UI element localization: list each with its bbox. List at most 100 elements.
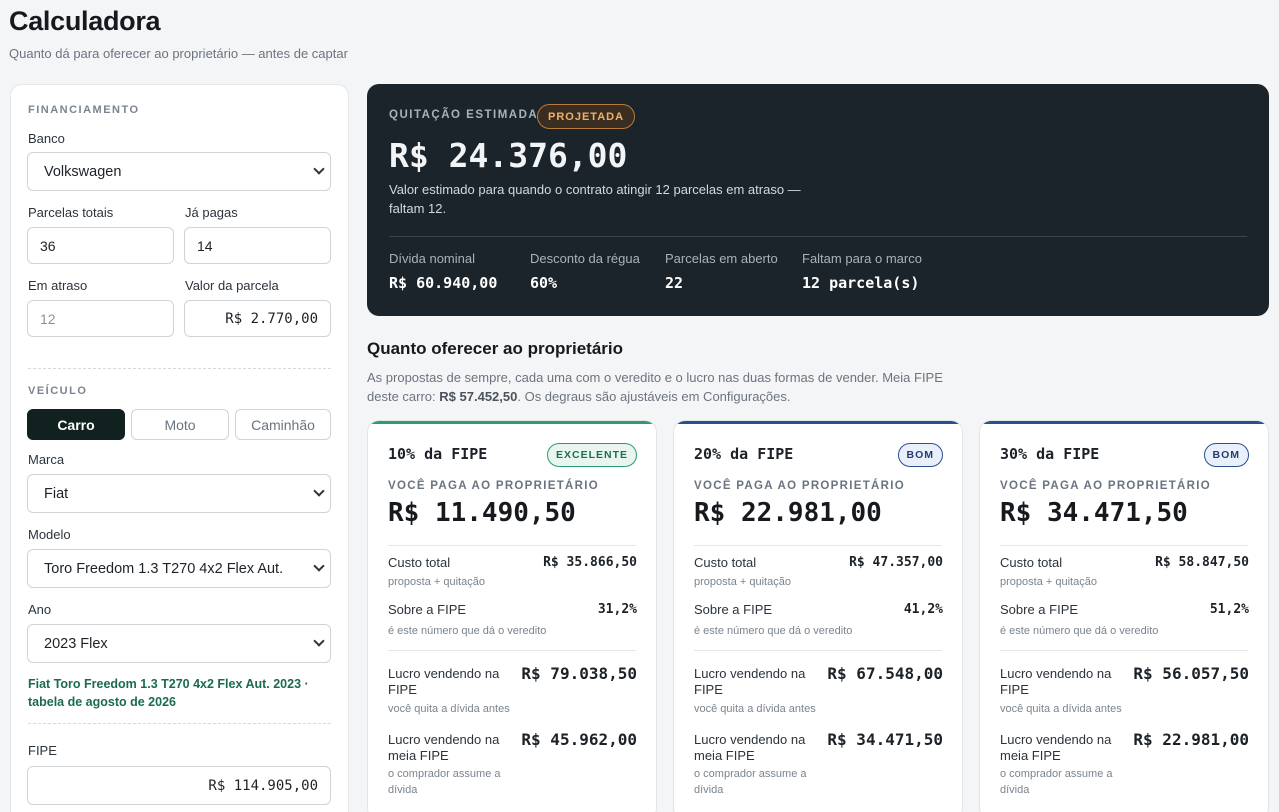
card-title: 10% da FIPE bbox=[388, 445, 488, 463]
banco-value: Volkswagen bbox=[44, 163, 122, 180]
stat-divida-nominal: Dívida nominal R$ 60.940,00 bbox=[389, 251, 497, 292]
divider bbox=[694, 545, 942, 546]
stat-label: Dívida nominal bbox=[389, 251, 475, 266]
custo-total-label: Custo total bbox=[694, 555, 757, 570]
marca-select[interactable]: Fiat bbox=[27, 474, 331, 513]
banco-label: Banco bbox=[28, 131, 65, 146]
stat-value: R$ 60.940,00 bbox=[389, 274, 498, 292]
ofertas-title: Quanto oferecer ao proprietário bbox=[367, 339, 623, 358]
lucro-meia-label: Lucro vendendo na meia FIPE bbox=[694, 732, 806, 763]
ofertas-intro: As propostas de sempre, cada uma com o v… bbox=[367, 368, 947, 406]
divider bbox=[388, 650, 636, 651]
sobre-fipe-label: Sobre a FIPE bbox=[694, 602, 773, 617]
parcelas-totais-input[interactable]: 36 bbox=[27, 227, 174, 264]
ano-label: Ano bbox=[28, 602, 52, 617]
quitacao-description: Valor estimado para quando o contrato at… bbox=[389, 182, 801, 216]
sobre-fipe-label: Sobre a FIPE bbox=[388, 602, 467, 617]
chevron-down-icon bbox=[313, 560, 325, 572]
offer-card: 20% da FIPE BOM VOCÊ PAGA AO PROPRIETÁRIO R… bbox=[673, 420, 963, 812]
sobre-fipe-value: 41,2% bbox=[903, 602, 943, 617]
stat-faltam-marco: Faltam para o marco 12 parcela(s) bbox=[802, 251, 922, 292]
stat-label: Parcelas em aberto bbox=[665, 251, 778, 266]
section-title-veiculo: VEÍCULO bbox=[28, 385, 88, 397]
valor-parcela-label: Valor da parcela bbox=[185, 278, 279, 293]
valor-parcela-input[interactable]: R$ 2.770,00 bbox=[184, 300, 331, 337]
quitacao-card: QUITAÇÃO ESTIMADA PROJETADA R$ 24.376,00… bbox=[367, 84, 1269, 316]
stat-desconto-regua: Desconto da régua 60% bbox=[530, 251, 640, 292]
chevron-down-icon bbox=[313, 485, 325, 497]
custo-total-sub: proposta + quitação bbox=[694, 576, 791, 588]
stat-parcelas-aberto: Parcelas em aberto 22 bbox=[665, 251, 778, 292]
ano-value: 2023 Flex bbox=[44, 635, 108, 652]
stat-value: 12 parcela(s) bbox=[802, 274, 920, 292]
modelo-select[interactable]: Toro Freedom 1.3 T270 4x2 Flex Aut. bbox=[27, 549, 331, 588]
tipo-carro-button[interactable]: Carro bbox=[27, 409, 125, 440]
input-panel: FINANCIAMENTO Banco Volkswagen Parcelas … bbox=[10, 84, 349, 812]
lucro-meia-sub: o comprador assume a dívida bbox=[694, 768, 807, 796]
verdict-badge: BOM bbox=[897, 443, 943, 467]
chevron-down-icon bbox=[313, 635, 325, 647]
em-atraso-input[interactable]: 12 bbox=[27, 300, 174, 337]
ja-pagas-input[interactable]: 14 bbox=[184, 227, 331, 264]
voce-paga-caption: VOCÊ PAGA AO PROPRIETÁRIO bbox=[1000, 480, 1211, 492]
section-title-financiamento: FINANCIAMENTO bbox=[28, 104, 140, 116]
lucro-fipe-label: Lucro vendendo na FIPE bbox=[388, 666, 500, 697]
tipo-caminhao-button[interactable]: Caminhão bbox=[235, 409, 331, 440]
page-subtitle: Quanto dá para oferecer ao proprietário … bbox=[9, 46, 348, 61]
modelo-value: Toro Freedom 1.3 T270 4x2 Flex Aut. bbox=[44, 560, 284, 577]
card-accent-bar bbox=[368, 421, 656, 424]
lucro-meia-value: R$ 34.471,50 bbox=[827, 730, 943, 749]
fipe-reference-note: Fiat Toro Freedom 1.3 T270 4x2 Flex Aut.… bbox=[28, 677, 309, 709]
projetada-badge: PROJETADA bbox=[537, 104, 636, 129]
lucro-meia-sub: o comprador assume a dívida bbox=[388, 768, 501, 796]
verdict-badge: BOM bbox=[1203, 443, 1249, 467]
custo-total-value: R$ 47.357,00 bbox=[849, 555, 943, 570]
lucro-fipe-sub: você quita a dívida antes bbox=[694, 703, 816, 715]
sobre-fipe-value: 31,2% bbox=[597, 602, 637, 617]
voce-paga-caption: VOCÊ PAGA AO PROPRIETÁRIO bbox=[694, 480, 905, 492]
marca-value: Fiat bbox=[44, 485, 69, 502]
page-title: Calculadora bbox=[9, 6, 161, 36]
divider bbox=[389, 236, 1247, 237]
stat-value: 60% bbox=[530, 274, 558, 292]
lucro-meia-sub: o comprador assume a dívida bbox=[1000, 768, 1113, 796]
divider bbox=[28, 368, 331, 369]
divider bbox=[388, 545, 636, 546]
custo-total-label: Custo total bbox=[388, 555, 451, 570]
lucro-fipe-sub: você quita a dívida antes bbox=[388, 703, 510, 715]
divider bbox=[694, 650, 942, 651]
ofertas-intro-end: . Os degraus são ajustáveis em Configura… bbox=[517, 389, 791, 404]
ano-select[interactable]: 2023 Flex bbox=[27, 624, 331, 663]
lucro-meia-value: R$ 45.962,00 bbox=[521, 730, 637, 749]
offer-card: 10% da FIPE EXCELENTE VOCÊ PAGA AO PROPRIE… bbox=[367, 420, 657, 812]
stat-label: Faltam para o marco bbox=[802, 251, 922, 266]
custo-total-sub: proposta + quitação bbox=[1000, 576, 1097, 588]
sobre-fipe-sub: é este número que dá o veredito bbox=[694, 625, 853, 637]
stat-label: Desconto da régua bbox=[530, 251, 640, 266]
card-accent-bar bbox=[674, 421, 962, 424]
quitacao-caption: QUITAÇÃO ESTIMADA bbox=[389, 109, 539, 121]
sobre-fipe-sub: é este número que dá o veredito bbox=[1000, 625, 1159, 637]
divider bbox=[28, 723, 331, 724]
lucro-meia-label: Lucro vendendo na meia FIPE bbox=[388, 732, 500, 763]
modelo-label: Modelo bbox=[28, 527, 71, 542]
fipe-input[interactable]: R$ 114.905,00 bbox=[27, 766, 331, 805]
marca-label: Marca bbox=[28, 452, 65, 467]
sobre-fipe-label: Sobre a FIPE bbox=[1000, 602, 1079, 617]
lucro-meia-label: Lucro vendendo na meia FIPE bbox=[1000, 732, 1112, 763]
custo-total-sub: proposta + quitação bbox=[388, 576, 485, 588]
offer-amount: R$ 11.490,50 bbox=[388, 498, 576, 528]
banco-select[interactable]: Volkswagen bbox=[27, 152, 331, 191]
custo-total-value: R$ 35.866,50 bbox=[543, 555, 637, 570]
chevron-down-icon bbox=[313, 163, 325, 175]
voce-paga-caption: VOCÊ PAGA AO PROPRIETÁRIO bbox=[388, 480, 599, 492]
card-title: 20% da FIPE bbox=[694, 445, 794, 463]
em-atraso-label: Em atraso bbox=[28, 278, 88, 293]
custo-total-label: Custo total bbox=[1000, 555, 1063, 570]
sobre-fipe-value: 51,2% bbox=[1209, 602, 1249, 617]
quitacao-value: R$ 24.376,00 bbox=[389, 136, 628, 175]
lucro-fipe-label: Lucro vendendo na FIPE bbox=[694, 666, 806, 697]
tipo-moto-button[interactable]: Moto bbox=[131, 409, 229, 440]
meia-fipe-value: R$ 57.452,50 bbox=[439, 389, 518, 404]
offer-amount: R$ 22.981,00 bbox=[694, 498, 882, 528]
